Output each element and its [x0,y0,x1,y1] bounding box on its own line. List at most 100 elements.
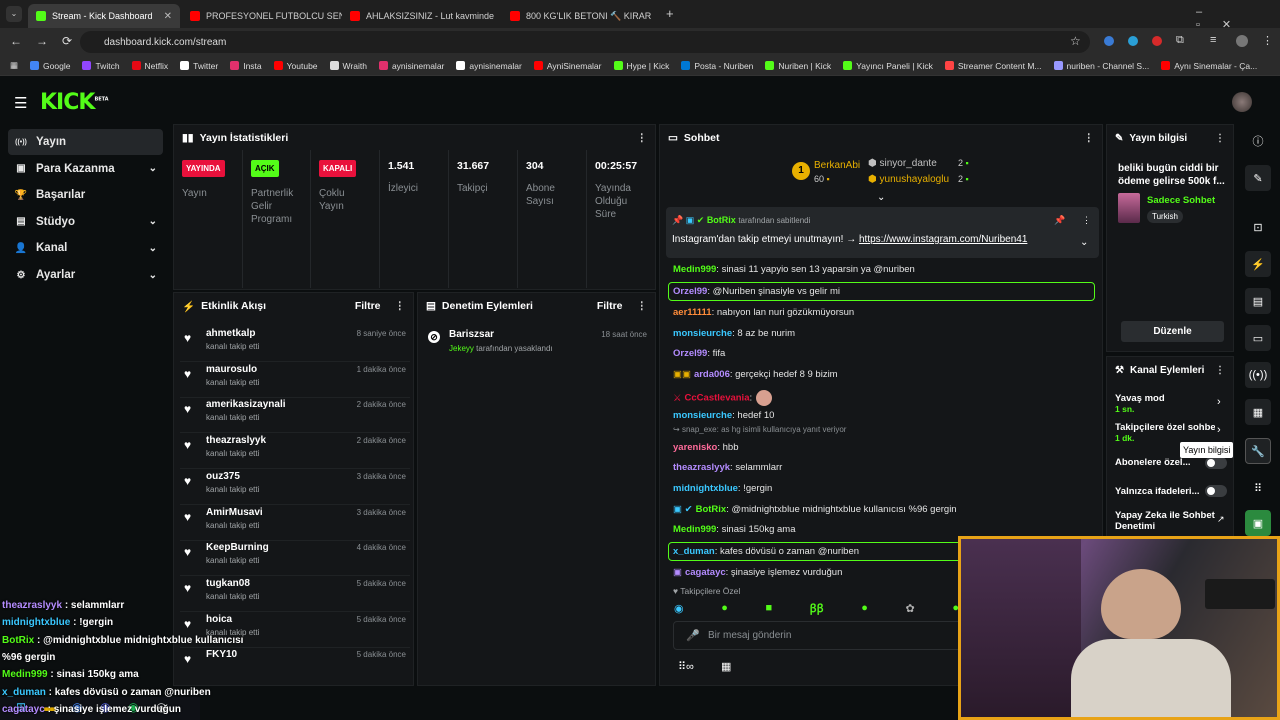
browser-tab[interactable]: 800 KG'LIK BETONI 🔨 KIRAR✕ [502,4,660,28]
emote-icon[interactable]: ■ [765,602,772,614]
bookmark-item[interactable]: AyniSinemalar [533,61,602,71]
game-icon[interactable]: ▣ [1245,510,1271,536]
menu-icon[interactable]: ⋮ [1262,34,1273,47]
followers-chat-action[interactable]: Takipçilere özel sohbet 1 dk. [1115,422,1215,443]
nav-buttons[interactable]: ←→⟳ [10,34,86,48]
bookmark-item[interactable]: Netflix [131,61,168,71]
chat-username[interactable]: x_duman [673,546,715,557]
bookmark-item[interactable]: Aynı Sinemalar - Ça... [1161,61,1257,71]
sidebar-item-başarılar[interactable]: 🏆 Başarılar [8,182,163,208]
more-icon[interactable]: ⋮ [1082,215,1091,226]
emote-icon[interactable]: ✿ [906,602,915,615]
extensions-icon[interactable]: ⧉ [1176,34,1184,47]
bookmark-item[interactable]: Youtube [273,61,318,71]
tab-list-button[interactable]: ⌄ [6,6,22,22]
ai-moderation-action[interactable]: Yapay Zeka ile Sohbet Denetimi [1115,510,1215,532]
url-field[interactable]: dashboard.kick.com/stream [80,31,1090,53]
bookmark-star-icon[interactable]: ☆ [1070,34,1081,48]
moderator-name[interactable]: Jekeyy [449,344,474,353]
chat-username[interactable]: CcCastlevania [685,393,750,404]
chat-username[interactable]: aer11111 [673,307,712,318]
close-icon[interactable]: ✕ [156,11,172,22]
filter-button[interactable]: Filtre [355,300,381,312]
bookmark-item[interactable]: Streamer Content M... [944,61,1042,71]
bookmark-item[interactable]: Insta [230,61,262,71]
user-avatar[interactable] [1232,92,1252,112]
chevron-right-icon[interactable]: › [1217,424,1221,436]
chat-icon[interactable]: ▭ [1245,325,1271,351]
document-icon[interactable]: ▤ [1245,288,1271,314]
pinned-author[interactable]: BotRix [707,215,736,225]
event-username[interactable]: hoica [206,614,232,625]
bookmark-item[interactable]: Yayıncı Paneli | Kick [843,61,933,71]
close-icon[interactable]: ✕ [651,11,660,22]
chevron-down-icon[interactable]: ⌄ [149,163,157,174]
sidebar-item-para-kazanma[interactable]: ▣ Para Kazanma ⌄ [8,156,163,182]
sidebar-item-yayın[interactable]: ((•)) Yayın [8,129,163,155]
info-icon[interactable]: ⓘ [1245,128,1271,154]
emote-icon[interactable]: ◉ [674,602,684,615]
event-username[interactable]: tugkan08 [206,578,250,589]
bookmark-item[interactable]: Twitter [180,61,218,71]
extension-icon[interactable] [1152,36,1162,46]
more-icon[interactable]: ⋮ [1215,133,1225,144]
browser-tab[interactable]: PROFESYONEL FUTBOLCU SEN✕ [182,4,342,28]
chevron-down-icon[interactable]: ⌄ [149,216,157,227]
kick-logo[interactable]: KICKBETA [40,90,109,115]
chat-settings-icon[interactable]: ⠿∞ [678,660,694,673]
event-username[interactable]: FKY10 [206,649,237,660]
event-username[interactable]: ahmetkalp [206,328,255,339]
emote-icon[interactable]: ꞵꞵ [810,601,824,616]
sidebar-item-ayarlar[interactable]: ⚙ Ayarlar ⌄ [8,262,163,288]
chat-username[interactable]: Orzel99 [673,348,707,359]
sidebar-item-kanal[interactable]: 👤 Kanal ⌄ [8,235,163,261]
more-icon[interactable]: ⋮ [637,300,648,312]
leader-name[interactable]: BerkanAbi [814,160,860,171]
leader-name[interactable]: sinyor_dante [880,158,937,169]
extension-icon[interactable] [1128,36,1138,46]
hamburger-icon[interactable]: ☰ [14,94,27,112]
pin-icon[interactable]: 📌 [1054,215,1065,226]
chat-username[interactable]: yarenisko [673,442,717,453]
chat-username[interactable]: cagatayc [685,567,726,578]
category-thumbnail[interactable] [1118,193,1140,223]
lightning-icon[interactable]: ⚡ [1245,251,1271,277]
category-link[interactable]: Sadece Sohbet [1147,195,1215,206]
more-icon[interactable]: ⋮ [637,132,648,144]
more-icon[interactable]: ⋮ [1084,132,1095,144]
event-username[interactable]: KeepBurning [206,542,269,553]
slow-mode-action[interactable]: Yavaş mod 1 sn. [1115,393,1225,414]
chat-username[interactable]: Medin999 [673,524,716,535]
chat-username[interactable]: midnightxblue [673,483,738,494]
broadcast-icon[interactable]: ((•)) [1245,362,1271,388]
edit-button[interactable]: Düzenle [1121,321,1224,342]
filter-button[interactable]: Filtre [597,300,623,312]
moderation-user[interactable]: Bariszsar [449,329,494,340]
bookmark-item[interactable]: Twitch [82,61,120,71]
sidebar-item-stüdyo[interactable]: ▤ Stüdyo ⌄ [8,209,163,235]
apps-icon[interactable]: ▦ [10,60,18,71]
bookmark-item[interactable]: Posta - Nuriben [681,61,753,71]
apps-icon[interactable]: ⠿ [1245,475,1271,501]
chat-username[interactable]: monsieurche [673,410,732,421]
profile-avatar[interactable] [1236,35,1248,47]
chevron-right-icon[interactable]: › [1217,396,1221,408]
bookmark-item[interactable]: aynisinemalar [456,61,522,71]
pinned-link[interactable]: https://www.instagram.com/Nuriben41 [859,234,1027,245]
dashboard-icon[interactable]: ▦ [1245,399,1271,425]
event-username[interactable]: amerikasizaynali [206,399,286,410]
chat-username[interactable]: Medin999 [673,264,716,275]
chat-username[interactable]: BotRix [696,504,727,515]
browser-tab[interactable]: AHLAKSIZSINIZ - Lut kavminde✕ [342,4,502,28]
leader-name[interactable]: yunushayaloglu [880,174,950,185]
subscribers-only-toggle[interactable] [1205,457,1227,469]
bookmark-item[interactable]: Nuriben | Kick [765,61,831,71]
browser-tab[interactable]: Stream - Kick Dashboard ✕ [28,4,180,28]
edit-icon[interactable]: ✎ [1245,165,1271,191]
media-icon[interactable]: ≡ [1210,34,1216,46]
chevron-down-icon[interactable]: ⌄ [877,192,885,203]
bookmark-item[interactable]: nuriben - Channel S... [1053,61,1149,71]
event-username[interactable]: theazraslyyk [206,435,266,446]
bookmark-item[interactable]: Wraith [329,61,367,71]
scan-icon[interactable]: ⊡ [1245,214,1271,240]
